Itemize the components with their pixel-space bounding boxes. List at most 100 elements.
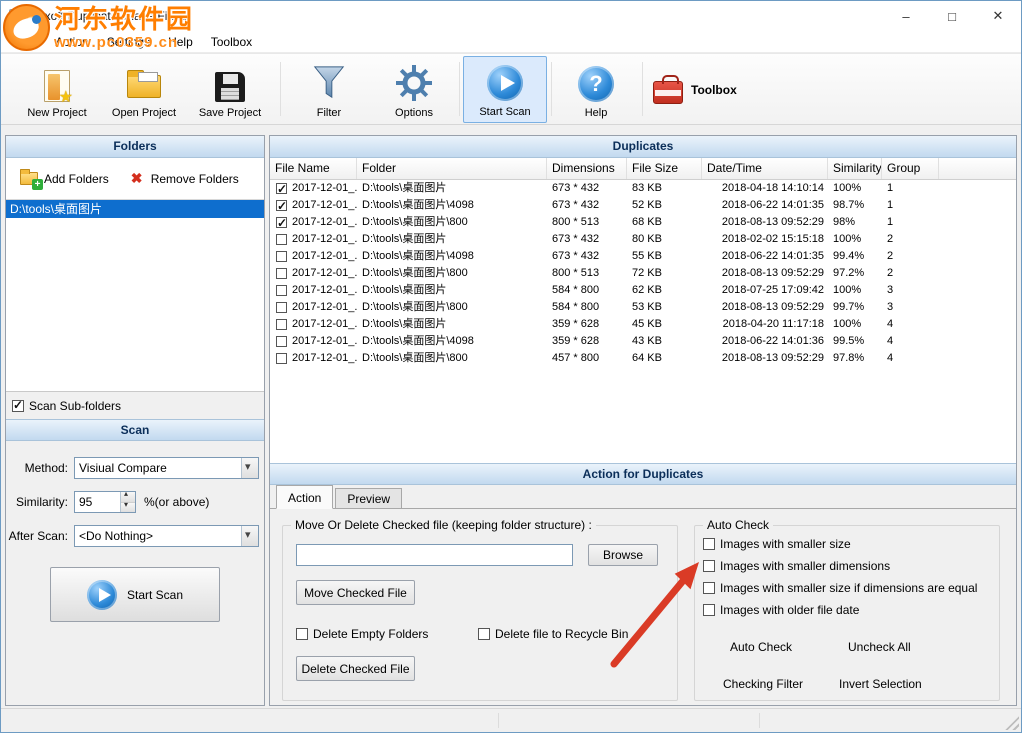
save-project-button[interactable]: Save Project [187, 56, 273, 123]
row-checkbox[interactable] [276, 268, 287, 279]
column-header-file-name[interactable]: File Name [270, 158, 357, 179]
table-row[interactable]: 2017-12-01_...D:\tools\桌面图片\800800 * 513… [270, 265, 1016, 282]
remove-folders-button[interactable]: Remove Folders [131, 172, 239, 186]
row-checkbox[interactable] [276, 319, 287, 330]
column-header-group[interactable]: Group [882, 158, 939, 179]
auto-check-options: Images with smaller size Images with smal… [703, 536, 995, 624]
toolbar-separator [642, 62, 643, 116]
row-dimensions: 673 * 432 [547, 197, 627, 214]
row-group: 2 [882, 248, 939, 265]
table-row[interactable]: 2017-12-01_...D:\tools\桌面图片\800584 * 800… [270, 299, 1016, 316]
row-date-time: 2018-06-22 14:01:35 [702, 197, 828, 214]
table-row[interactable]: 2017-12-01_...D:\tools\桌面图片\4098359 * 62… [270, 333, 1016, 350]
maximize-button[interactable]: □ [929, 1, 975, 31]
auto-check-option[interactable]: Images with older file date [703, 602, 995, 618]
table-row[interactable]: 2017-12-01_...D:\tools\桌面图片584 * 80062 K… [270, 282, 1016, 299]
after-scan-label: After Scan: [6, 529, 68, 543]
row-file-name-cell: 2017-12-01_... [270, 197, 357, 214]
column-header-folder[interactable]: Folder [357, 158, 547, 179]
table-row[interactable]: 2017-12-01_...D:\tools\桌面图片673 * 43280 K… [270, 231, 1016, 248]
start-scan-label: Start Scan [479, 106, 530, 118]
row-file-name-cell: 2017-12-01_... [270, 282, 357, 299]
browse-button[interactable]: Browse [588, 544, 658, 566]
row-file-size: 64 KB [627, 350, 702, 367]
close-button[interactable]: ✕ [975, 1, 1021, 31]
menu-item-help[interactable]: Help [159, 31, 202, 53]
toolbox-button[interactable]: Toolbox [653, 56, 763, 123]
help-button[interactable]: Help [554, 56, 638, 123]
delete-checked-file-button[interactable]: Delete Checked File [296, 656, 415, 681]
menu-item-file[interactable]: File [9, 31, 46, 53]
delete-to-recycle-bin-checkbox[interactable]: Delete file to Recycle Bin [478, 626, 628, 642]
menu-item-toolbox[interactable]: Toolbox [202, 31, 261, 53]
row-checkbox[interactable] [276, 336, 287, 347]
table-row[interactable]: 2017-12-01_...D:\tools\桌面图片673 * 43283 K… [270, 180, 1016, 197]
table-row[interactable]: 2017-12-01_...D:\tools\桌面图片\4098673 * 43… [270, 197, 1016, 214]
column-header-date-time[interactable]: Date/Time [702, 158, 828, 179]
table-row[interactable]: 2017-12-01_...D:\tools\桌面图片\800800 * 513… [270, 214, 1016, 231]
auto-check-option[interactable]: Images with smaller size [703, 536, 995, 552]
toolbox-label: Toolbox [691, 83, 737, 97]
auto-check-group: Auto Check Images with smaller sizeImage… [694, 525, 1000, 701]
column-header-similarity[interactable]: Similarity [828, 158, 882, 179]
delete-empty-folders-checkbox[interactable]: Delete Empty Folders [296, 626, 428, 642]
chevron-down-icon[interactable] [241, 458, 258, 478]
row-checkbox[interactable] [276, 302, 287, 313]
scan-subfolders-checkbox[interactable]: Scan Sub-folders [12, 397, 121, 415]
column-header-dimensions[interactable]: Dimensions [547, 158, 627, 179]
invert-selection-button[interactable]: Invert Selection [839, 677, 922, 691]
move-checked-file-button[interactable]: Move Checked File [296, 580, 415, 605]
auto-check-option[interactable]: Images with smaller dimensions [703, 558, 995, 574]
column-header-file-size[interactable]: File Size [627, 158, 702, 179]
auto-check-button[interactable]: Auto Check [730, 640, 792, 654]
move-delete-group-title: Move Or Delete Checked file (keeping fol… [291, 518, 596, 532]
options-button[interactable]: Options [372, 56, 456, 123]
menu-item-settings[interactable]: Settings [98, 31, 159, 53]
table-row[interactable]: 2017-12-01_...D:\tools\桌面图片\4098673 * 43… [270, 248, 1016, 265]
minimize-button[interactable]: – [883, 1, 929, 31]
checking-filter-button[interactable]: Checking Filter [723, 677, 803, 691]
checkbox-icon [478, 628, 490, 640]
delete-to-recycle-bin-label: Delete file to Recycle Bin [495, 627, 628, 641]
after-scan-select[interactable]: <Do Nothing> [74, 525, 259, 547]
folder-list-item[interactable]: D:\tools\桌面图片 [6, 200, 264, 218]
spin-down-icon[interactable] [121, 502, 135, 513]
move-path-input[interactable] [296, 544, 573, 566]
action-tab-content: Move Or Delete Checked file (keeping fol… [270, 509, 1016, 705]
row-checkbox[interactable] [276, 217, 287, 228]
tab-preview[interactable]: Preview [335, 488, 402, 508]
save-project-label: Save Project [199, 107, 261, 119]
row-dimensions: 673 * 432 [547, 231, 627, 248]
menu-item-action[interactable]: Action [46, 31, 97, 53]
row-date-time: 2018-08-13 09:52:29 [702, 299, 828, 316]
action-tabbar: Action Preview [270, 485, 1016, 509]
filter-button[interactable]: Filter [287, 56, 371, 123]
options-gear-icon [395, 64, 433, 102]
chevron-down-icon[interactable] [241, 526, 258, 546]
method-select[interactable]: Visiual Compare [74, 457, 259, 479]
row-checkbox[interactable] [276, 234, 287, 245]
row-checkbox[interactable] [276, 251, 287, 262]
tab-action[interactable]: Action [276, 485, 333, 509]
row-checkbox[interactable] [276, 285, 287, 296]
open-project-button[interactable]: Open Project [101, 56, 187, 123]
duplicates-panel: Duplicates File NameFolderDimensionsFile… [269, 135, 1017, 706]
row-filler [939, 197, 1016, 214]
add-folders-button[interactable]: Add Folders [20, 172, 109, 186]
play-icon [87, 580, 117, 610]
start-scan-button[interactable]: Start Scan [50, 567, 220, 622]
auto-check-option[interactable]: Images with smaller size if dimensions a… [703, 580, 995, 596]
row-filler [939, 282, 1016, 299]
start-scan-toolbar-button[interactable]: Start Scan [463, 56, 547, 123]
new-project-button[interactable]: New Project [13, 56, 101, 123]
row-folder: D:\tools\桌面图片 [357, 282, 547, 299]
row-checkbox[interactable] [276, 353, 287, 364]
table-row[interactable]: 2017-12-01_...D:\tools\桌面图片\800457 * 800… [270, 350, 1016, 367]
row-checkbox[interactable] [276, 183, 287, 194]
uncheck-all-button[interactable]: Uncheck All [848, 640, 911, 654]
row-checkbox[interactable] [276, 200, 287, 211]
row-date-time: 2018-04-18 14:10:14 [702, 180, 828, 197]
resize-grip[interactable] [1005, 716, 1019, 730]
table-row[interactable]: 2017-12-01_...D:\tools\桌面图片359 * 62845 K… [270, 316, 1016, 333]
similarity-input[interactable]: 95 [74, 491, 136, 513]
